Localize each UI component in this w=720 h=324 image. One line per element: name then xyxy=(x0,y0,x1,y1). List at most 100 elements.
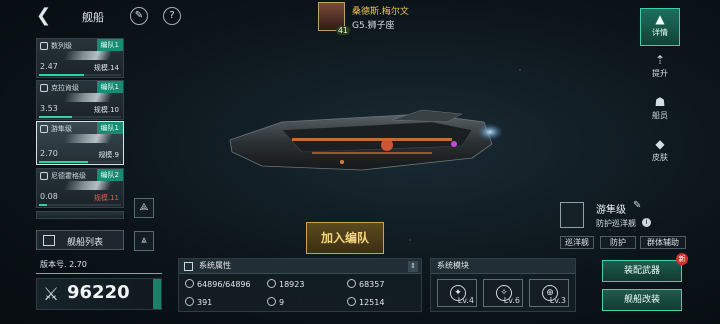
tab-label: 船员 xyxy=(652,111,668,120)
power-accent xyxy=(153,279,161,309)
attribute-value: 12514 xyxy=(359,298,385,307)
info-icon[interactable]: i xyxy=(642,218,651,227)
ship-list-label: 舰船列表 xyxy=(67,238,104,248)
attribute-shield-hp: 64896/64896 xyxy=(185,279,251,289)
crossed-swords-icon: ⚔ xyxy=(43,284,60,305)
team-badge: 编队1 xyxy=(96,122,123,134)
ship-class-type: 防护巡洋舰 xyxy=(596,219,636,228)
module-slot[interactable]: ✦ Lv.4 xyxy=(437,279,477,307)
team-badge: 编队1 xyxy=(96,39,123,51)
system-attributes-panel: 系统属性 ⇕ 64896/64896 18923 68357 391 9 125… xyxy=(178,258,422,312)
avatar[interactable]: 41 xyxy=(318,2,350,35)
fleet-emblem-icon[interactable]: ⟁ xyxy=(134,198,154,218)
class-shield-icon xyxy=(560,202,584,228)
expand-icon[interactable]: ⇕ xyxy=(408,261,418,272)
player-name: 桑德斯.梅尔文 xyxy=(352,7,409,17)
attribute-value: 391 xyxy=(197,298,213,307)
ship-card-number: 0.08 xyxy=(40,192,58,201)
attribute-energy: 68357 xyxy=(347,279,384,289)
ship-card-number: 2.70 xyxy=(40,149,58,158)
ship-card-scale: 规模.11 xyxy=(93,194,119,202)
back-arrow-icon[interactable]: ❮ xyxy=(36,7,56,27)
speed-icon xyxy=(185,297,194,306)
ship-list-button[interactable]: 舰船列表 xyxy=(36,230,124,250)
grid-icon xyxy=(43,235,55,246)
ship-card-bar xyxy=(39,161,121,163)
attribute-crew-count: 9 xyxy=(267,297,284,307)
player-server: G5.狮子座 xyxy=(352,21,395,31)
shield-hp-icon xyxy=(185,279,194,288)
question-icon[interactable]: ? xyxy=(163,7,181,25)
skin-icon: ◆ xyxy=(655,137,665,151)
ship-thumbnail xyxy=(63,181,113,190)
equip-weapons-button[interactable]: 装配武器 xyxy=(602,260,682,282)
attribute-value: 68357 xyxy=(359,280,385,289)
crew-count-icon xyxy=(267,297,276,306)
ship-card-selected[interactable]: 游隼级 编队1 2.70 规模.9 xyxy=(36,121,124,165)
ship-card-scale: 规模.14 xyxy=(93,64,119,72)
ship-card-scale: 规模.10 xyxy=(93,106,119,114)
ship-card-name: 游隼级 xyxy=(51,125,72,133)
ship-type-icon xyxy=(40,84,48,92)
module-level: Lv.3 xyxy=(549,296,566,305)
structure-icon xyxy=(347,297,356,306)
ship-card[interactable]: 数列级 编队1 2.47 规模.14 xyxy=(36,38,124,78)
attributes-header: 系统属性 ⇕ xyxy=(179,259,421,274)
ship-type-icon xyxy=(40,42,48,50)
attribute-armor: 18923 xyxy=(267,279,304,289)
module-level: Lv.4 xyxy=(457,296,474,305)
pencil-icon[interactable]: ✎ xyxy=(633,200,641,211)
tab-crew[interactable]: ☗ 船员 xyxy=(640,92,680,130)
ship-type-icon xyxy=(40,172,48,180)
new-badge: 新 xyxy=(676,253,688,265)
attribute-value: 64896/64896 xyxy=(197,280,251,289)
team-badge: 编队1 xyxy=(96,81,123,93)
join-fleet-button[interactable]: 加入编队 xyxy=(306,222,384,254)
module-level: Lv.6 xyxy=(503,296,520,305)
attributes-icon xyxy=(184,262,193,271)
attribute-structure: 12514 xyxy=(347,297,384,307)
ship-tag: 巡洋舰 xyxy=(560,236,594,249)
attribute-value: 9 xyxy=(279,298,285,307)
tab-skin[interactable]: ◆ 皮肤 xyxy=(640,134,680,172)
combat-power: ⚔ 96220 xyxy=(36,278,162,310)
ship-card-name: 尼德霍格级 xyxy=(51,172,86,180)
ship-card-partial[interactable] xyxy=(36,211,124,219)
ship-card[interactable]: 尼德霍格级 编队2 0.08 规模.11 xyxy=(36,168,124,208)
tab-details[interactable]: ▲ 详情 xyxy=(640,8,680,46)
attributes-title: 系统属性 xyxy=(199,261,231,270)
ship-card[interactable]: 克拉肯级 编队1 3.53 规模.10 xyxy=(36,80,124,120)
ship-tag: 防护 xyxy=(600,236,636,249)
ship-model[interactable] xyxy=(222,100,502,195)
attribute-value: 18923 xyxy=(279,280,305,289)
ship-card-bar xyxy=(39,116,121,118)
upgrade-icon: ⇡ xyxy=(654,53,666,67)
energy-icon xyxy=(347,279,356,288)
ship-card-number: 3.53 xyxy=(40,104,58,113)
ship-card-bar xyxy=(39,74,121,76)
version-label: 版本号. 2.70 xyxy=(36,258,162,274)
ship-card-number: 2.47 xyxy=(40,62,58,71)
ship-thumbnail xyxy=(63,93,113,102)
combat-power-value: 96220 xyxy=(67,282,130,303)
details-icon: ▲ xyxy=(655,12,665,26)
feather-icon[interactable]: ✎ xyxy=(130,7,148,25)
ship-card-name: 克拉肯级 xyxy=(51,84,79,92)
ship-card-bar xyxy=(39,204,121,206)
ship-thumbnail xyxy=(63,134,113,143)
ship-tag: 群体辅助 xyxy=(640,236,686,249)
formation-icon[interactable]: ⩓ xyxy=(134,231,154,251)
module-slot[interactable]: ✧ Lv.6 xyxy=(483,279,523,307)
tab-label: 详情 xyxy=(652,28,668,37)
page-title: 舰船 xyxy=(82,11,104,24)
modules-title: 系统模块 xyxy=(431,259,575,274)
ship-thumbnail xyxy=(63,51,113,60)
tab-upgrade[interactable]: ⇡ 提升 xyxy=(640,50,680,88)
ship-refit-button[interactable]: 舰船改装 xyxy=(602,289,682,311)
player-level: 41 xyxy=(335,26,350,35)
tab-label: 皮肤 xyxy=(652,153,668,162)
team-badge: 编队2 xyxy=(96,169,123,181)
ship-card-scale: 规模.9 xyxy=(98,151,119,159)
armor-icon xyxy=(267,279,276,288)
module-slot[interactable]: ⊕ Lv.3 xyxy=(529,279,569,307)
